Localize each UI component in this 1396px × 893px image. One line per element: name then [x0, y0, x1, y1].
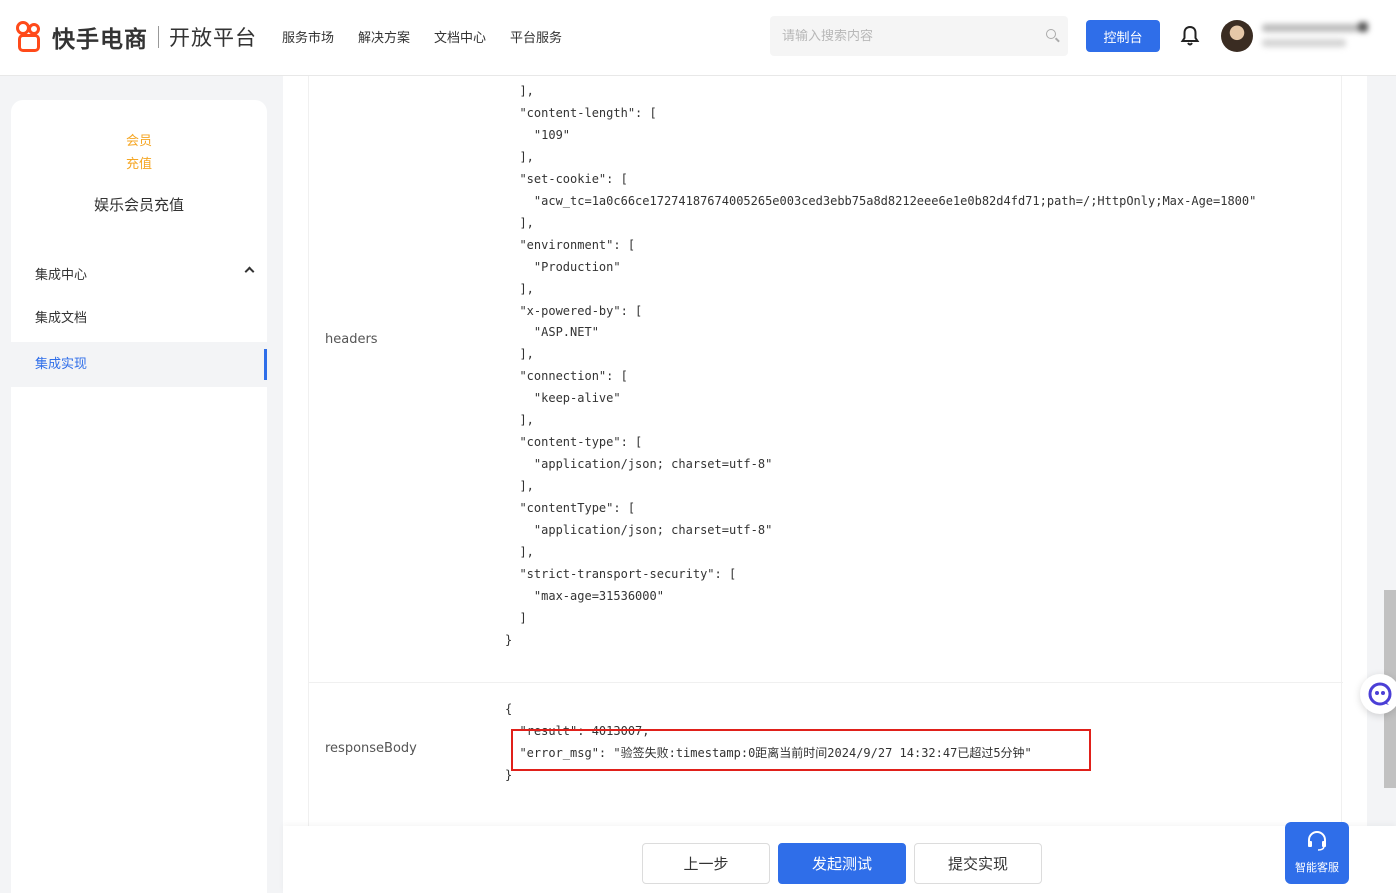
prev-step-button[interactable]: 上一步	[642, 843, 770, 884]
nav-service-market[interactable]: 服务市场	[282, 27, 334, 46]
nav-platform-services[interactable]: 平台服务	[510, 27, 562, 46]
smart-service-button[interactable]: 智能客服	[1285, 822, 1349, 884]
sidebar-item-integration-docs[interactable]: 集成文档	[11, 296, 267, 341]
smart-service-label: 智能客服	[1295, 861, 1339, 874]
start-test-button[interactable]: 发起测试	[778, 843, 906, 884]
badge-line-2: 充值	[125, 157, 152, 172]
username-redacted	[1260, 20, 1372, 52]
product-badge: 会员 充值	[123, 130, 155, 176]
response-body-label: responseBody	[325, 741, 417, 756]
top-nav: 服务市场 解决方案 文档中心 平台服务	[282, 27, 586, 46]
search-icon[interactable]	[1046, 29, 1056, 39]
sidebar-item-integration-impl[interactable]: 集成实现	[11, 342, 267, 387]
search-box	[770, 16, 1068, 56]
bell-icon[interactable]	[1180, 24, 1200, 48]
sidebar: 会员 充值 娱乐会员充值 集成中心 集成文档 集成实现	[11, 100, 267, 893]
search-input[interactable]	[782, 28, 1032, 44]
top-header: 快手电商 开放平台 服务市场 解决方案 文档中心 平台服务 控制台	[0, 0, 1396, 76]
brand-divider	[158, 26, 159, 48]
chevron-up-icon[interactable]	[244, 266, 255, 277]
main-panel: headers ], "content-length": [ "109" ], …	[283, 76, 1367, 826]
kuaishou-logo-icon	[16, 21, 46, 53]
brand-subtitle: 开放平台	[169, 26, 257, 50]
nav-solutions[interactable]: 解决方案	[358, 27, 410, 46]
chat-bot-icon	[1368, 682, 1392, 706]
chat-bot-button[interactable]	[1360, 674, 1396, 714]
console-button[interactable]: 控制台	[1086, 20, 1160, 52]
menu-group-integration-center[interactable]: 集成中心	[35, 264, 255, 283]
brand-name: 快手电商	[52, 27, 148, 53]
headset-icon	[1308, 831, 1326, 851]
logo[interactable]: 快手电商 开放平台	[16, 20, 257, 54]
avatar[interactable]	[1221, 20, 1253, 52]
headers-json: ], "content-length": [ "109" ], "set-coo…	[505, 84, 1257, 647]
headers-label: headers	[325, 332, 378, 347]
nav-docs[interactable]: 文档中心	[434, 27, 486, 46]
menu-group-label: 集成中心	[35, 268, 88, 283]
response-table: headers ], "content-length": [ "109" ], …	[308, 76, 1343, 826]
badge-line-1: 会员	[125, 134, 152, 149]
submit-button[interactable]: 提交实现	[914, 843, 1042, 884]
action-footer: 上一步 发起测试 提交实现	[283, 826, 1396, 893]
error-highlight-box	[511, 729, 1091, 771]
product-name: 娱乐会员充值	[93, 196, 184, 214]
row-divider	[309, 682, 1343, 683]
